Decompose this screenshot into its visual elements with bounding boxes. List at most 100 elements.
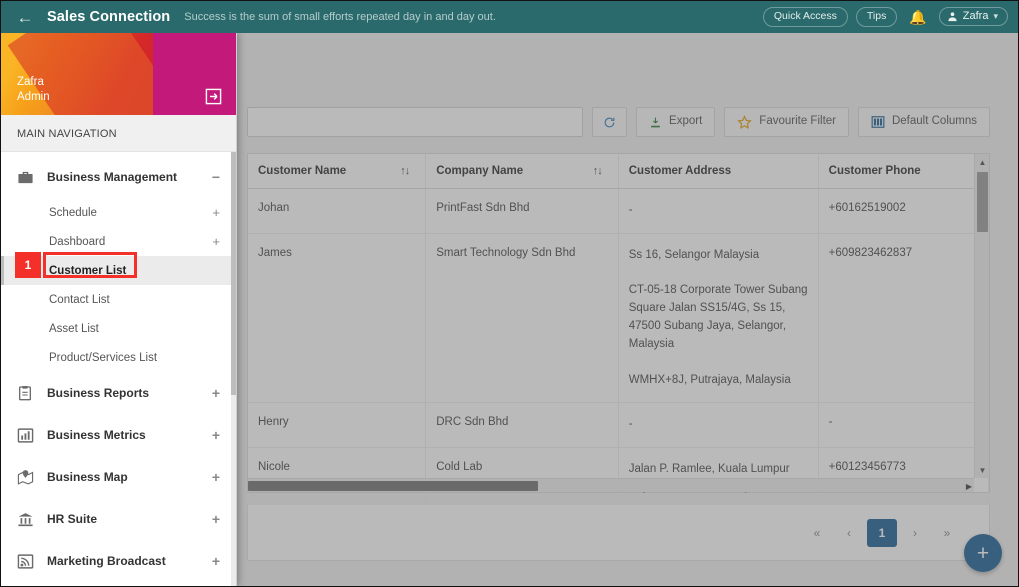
- add-new-button[interactable]: +: [964, 534, 1002, 572]
- user-menu-button[interactable]: Zafra ▾: [938, 7, 1008, 27]
- broadcast-icon: [15, 551, 35, 571]
- table-vertical-scrollbar[interactable]: ▲ ▼: [974, 154, 989, 478]
- drawer-user-role: Admin: [17, 91, 50, 104]
- person-icon: [948, 12, 957, 22]
- clipboard-icon: [15, 383, 35, 403]
- export-label: Export: [669, 115, 703, 128]
- column-header-company-name[interactable]: Company Name ↑↓: [425, 154, 619, 189]
- back-arrow-icon[interactable]: ←: [15, 7, 35, 27]
- sidebar-item-label: Product/Services List: [49, 351, 158, 364]
- sidebar-item-label: Business Metrics: [47, 428, 146, 442]
- logout-icon[interactable]: [205, 88, 222, 105]
- sidebar-item-business-reports[interactable]: Business Reports +: [1, 372, 236, 414]
- sidebar-item-label: Contact List: [49, 293, 110, 306]
- bar-chart-icon: [15, 425, 35, 445]
- column-header-customer-name[interactable]: Customer Name ↑↓: [248, 154, 427, 189]
- customer-table: Customer Name ↑↓ Company Name ↑↓ Custome…: [248, 154, 990, 511]
- sidebar-item-asset-list[interactable]: Asset List: [1, 314, 236, 343]
- table-row[interactable]: James Smart Technology Sdn Bhd Ss 16, Se…: [248, 233, 990, 404]
- pagination-first[interactable]: «: [803, 520, 831, 546]
- navigation-drawer: Zafra Admin MAIN NAVIGATION Business Man…: [1, 33, 237, 586]
- search-input[interactable]: [247, 107, 584, 137]
- cell-customer-phone: +60162519002: [818, 188, 990, 234]
- expand-icon[interactable]: +: [212, 428, 220, 442]
- column-header-customer-address[interactable]: Customer Address: [618, 154, 819, 189]
- sidebar-item-schedule[interactable]: Schedule +: [1, 198, 236, 227]
- cell-customer-address: -: [618, 188, 819, 234]
- pagination-next[interactable]: ›: [901, 520, 929, 546]
- cell-customer-address: Ss 16, Selangor Malaysia CT-05-18 Corpor…: [618, 233, 819, 404]
- chevron-down-icon: ▾: [993, 10, 998, 21]
- app-tagline: Success is the sum of small efforts repe…: [184, 11, 496, 23]
- cell-customer-address: -: [618, 402, 819, 449]
- sidebar-item-business-map[interactable]: Business Map +: [1, 456, 236, 498]
- default-columns-button[interactable]: Default Columns: [857, 107, 990, 137]
- sort-toggle-icon[interactable]: ↑↓: [593, 165, 608, 177]
- column-header-customer-phone[interactable]: Customer Phone: [818, 154, 990, 189]
- top-header-bar: ← Sales Connection Success is the sum of…: [1, 1, 1018, 33]
- cell-customer-phone: +609823462837: [818, 233, 990, 404]
- refresh-icon: [604, 117, 615, 127]
- cell-customer-name: Henry: [248, 402, 427, 449]
- pagination-last[interactable]: »: [933, 520, 961, 546]
- sidebar-item-business-metrics[interactable]: Business Metrics +: [1, 414, 236, 456]
- sidebar-item-label: Business Reports: [47, 386, 150, 400]
- columns-icon: [871, 116, 885, 128]
- expand-icon[interactable]: +: [212, 234, 220, 249]
- table-header: Customer Name ↑↓ Company Name ↑↓ Custome…: [248, 154, 990, 189]
- pagination-prev[interactable]: ‹: [835, 520, 863, 546]
- map-pin-icon: [15, 467, 35, 487]
- top-header-actions: Quick Access Tips 🔔 Zafra ▾: [762, 6, 1008, 28]
- scroll-down-icon[interactable]: ▼: [975, 463, 990, 477]
- sidebar-scrollbar[interactable]: [231, 152, 236, 586]
- cell-company-name: Smart Technology Sdn Bhd: [425, 233, 619, 404]
- default-columns-label: Default Columns: [891, 115, 977, 128]
- vertical-scroll-thumb[interactable]: [977, 172, 988, 232]
- sidebar-item-business-management[interactable]: Business Management −: [1, 156, 236, 198]
- expand-icon[interactable]: +: [212, 554, 220, 568]
- app-brand-title: Sales Connection: [47, 9, 171, 25]
- sidebar-item-label: Dashboard: [49, 235, 106, 248]
- table-row[interactable]: Henry DRC Sdn Bhd - -: [248, 402, 990, 449]
- sidebar-item-label: Business Map: [47, 470, 128, 484]
- sort-toggle-icon[interactable]: ↑↓: [400, 165, 415, 177]
- expand-icon[interactable]: +: [212, 512, 220, 526]
- sidebar-scroll-thumb[interactable]: [231, 152, 236, 396]
- user-name-label: Zafra: [962, 10, 989, 23]
- sidebar-item-marketing-broadcast[interactable]: Marketing Broadcast +: [1, 540, 236, 582]
- scroll-up-icon[interactable]: ▲: [975, 155, 990, 169]
- column-label: Customer Phone: [828, 165, 921, 177]
- drawer-user-name: Zafra: [17, 75, 44, 88]
- sidebar-item-contact-list[interactable]: Contact List: [1, 285, 236, 314]
- download-icon: [651, 117, 660, 127]
- column-label: Customer Name: [258, 165, 347, 177]
- cell-company-name: DRC Sdn Bhd: [425, 402, 619, 449]
- column-label: Company Name: [436, 165, 524, 177]
- cell-company-name: PrintFast Sdn Bhd: [425, 188, 619, 234]
- table-row[interactable]: Johan PrintFast Sdn Bhd - +60162519002: [248, 188, 990, 234]
- star-icon: [737, 114, 753, 129]
- sidebar-item-hr-suite[interactable]: HR Suite +: [1, 498, 236, 540]
- sidebar-item-product-services-list[interactable]: Product/Services List: [1, 343, 236, 372]
- bell-icon[interactable]: 🔔: [905, 10, 930, 24]
- sidebar-item-label: Business Management: [47, 170, 178, 184]
- favourite-filter-button[interactable]: Favourite Filter: [724, 107, 849, 137]
- quick-access-button[interactable]: Quick Access: [762, 6, 848, 28]
- refresh-button[interactable]: [592, 107, 628, 137]
- export-button[interactable]: Export: [636, 107, 716, 137]
- customer-table-container: Customer Name ↑↓ Company Name ↑↓ Custome…: [247, 153, 990, 511]
- pagination-page-1[interactable]: 1: [867, 518, 897, 547]
- table-horizontal-scrollbar[interactable]: ▶: [248, 478, 974, 492]
- drawer-profile-header: Zafra Admin: [1, 33, 236, 115]
- collapse-icon[interactable]: −: [212, 170, 220, 184]
- expand-icon[interactable]: +: [212, 386, 220, 400]
- sidebar-item-label: Schedule: [49, 206, 97, 219]
- tips-button[interactable]: Tips: [855, 6, 898, 28]
- sidebar-item-label: Customer List: [49, 264, 127, 277]
- scroll-right-icon[interactable]: ▶: [966, 479, 972, 493]
- horizontal-scroll-thumb[interactable]: [248, 481, 539, 491]
- expand-icon[interactable]: +: [212, 470, 220, 484]
- table-body: Johan PrintFast Sdn Bhd - +60162519002 J…: [248, 188, 990, 511]
- expand-icon[interactable]: +: [212, 205, 220, 220]
- annotation-step-badge: 1: [15, 252, 41, 278]
